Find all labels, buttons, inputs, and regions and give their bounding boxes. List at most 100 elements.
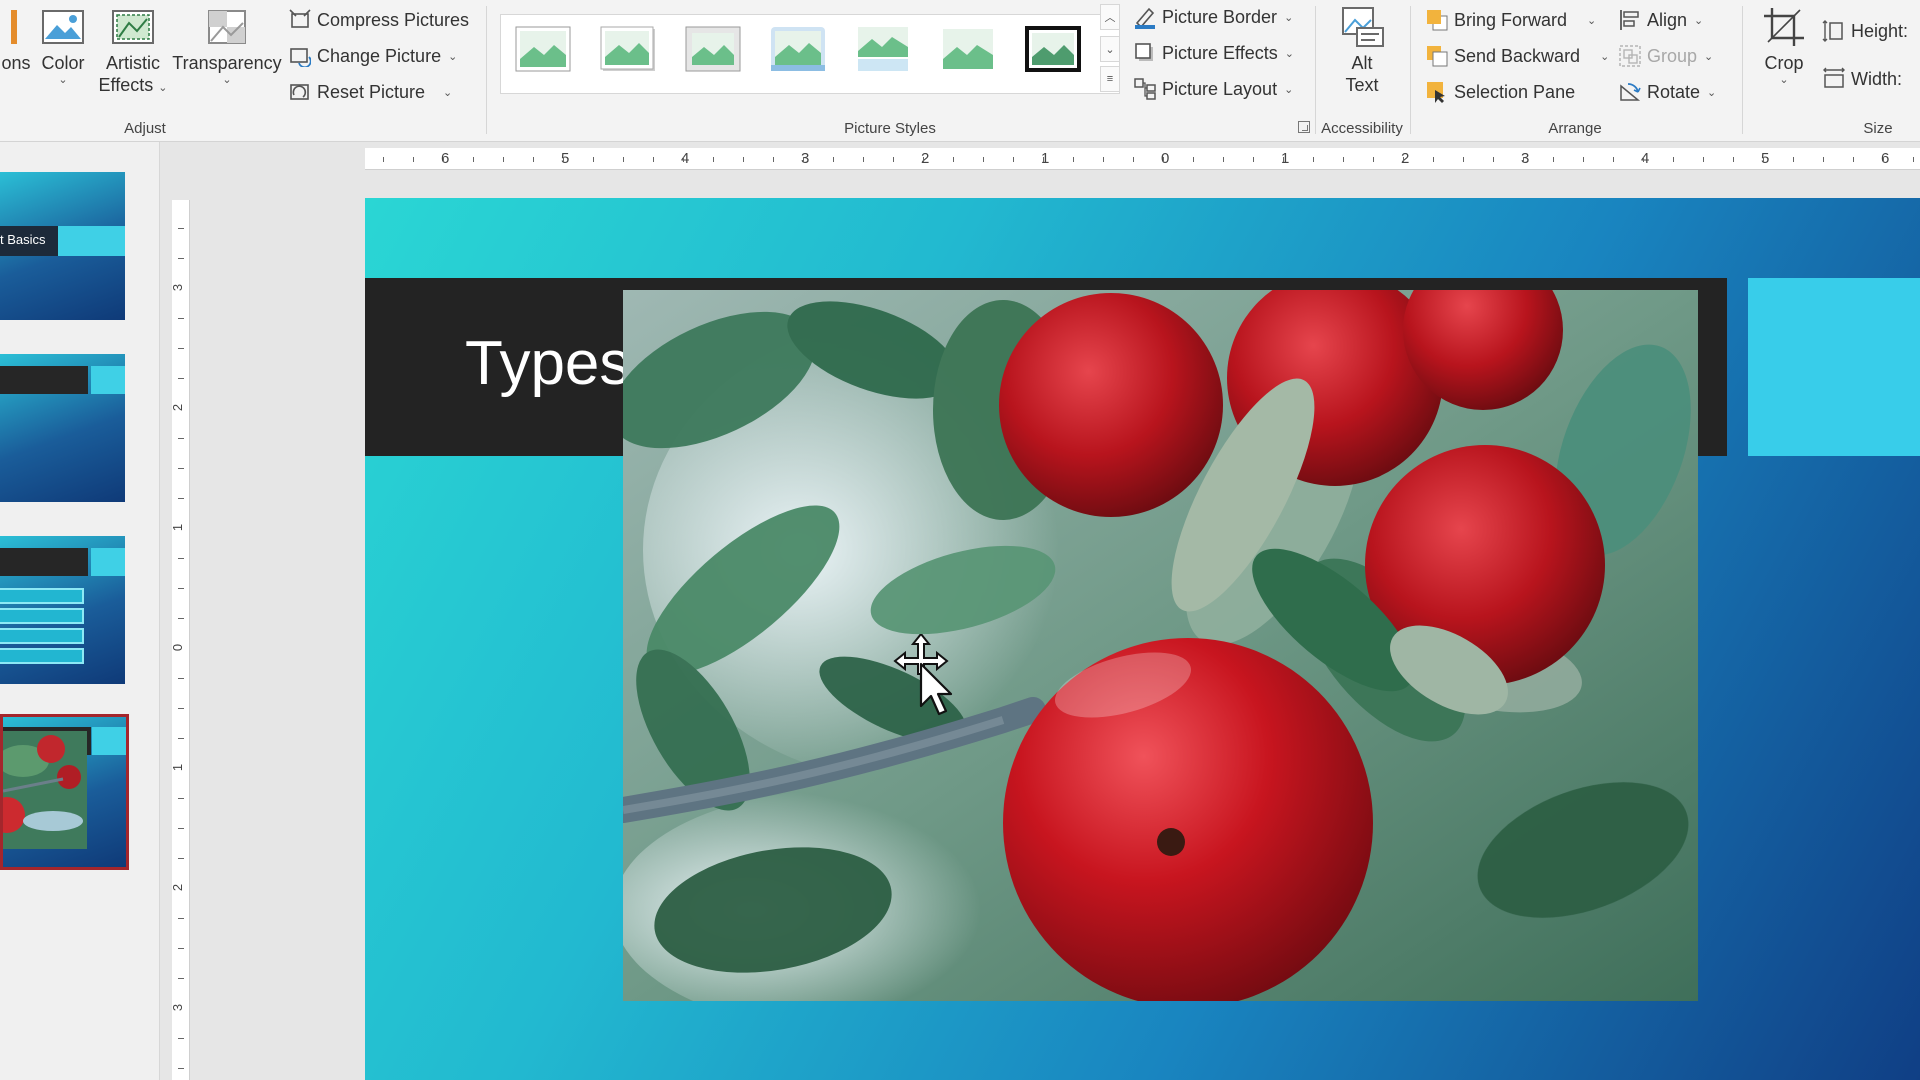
picture-style-thick-matte[interactable] [684, 25, 742, 73]
ruler-tick [178, 1068, 184, 1069]
send-backward-button[interactable]: Send Backward ⌄ [1425, 41, 1609, 71]
ruler-tick [1523, 157, 1524, 162]
ruler-tick-label: 3 [170, 283, 186, 292]
slide-thumbnail-1[interactable]: t Basics [0, 172, 125, 320]
chevron-down-icon: ⌄ [1779, 74, 1789, 86]
slide-thumbnail-2[interactable] [0, 354, 125, 502]
ruler-tick [1013, 157, 1014, 162]
send-backward-label: Send Backward [1454, 45, 1581, 66]
slide-thumbnail-3[interactable] [0, 536, 125, 684]
thumb-bullet-box [0, 608, 84, 624]
thumb-bullet-box [0, 648, 84, 664]
change-picture-button[interactable]: Change Picture ⌄ [288, 41, 457, 71]
ruler-tick [1613, 157, 1614, 162]
corrections-button[interactable]: ons [0, 6, 32, 74]
ruler-tick [178, 918, 184, 919]
ruler-tick [178, 828, 184, 829]
ruler-tick [1193, 157, 1194, 162]
picture-styles-dialog-launcher-icon[interactable] [1298, 121, 1310, 133]
picture-style-simple-frame[interactable] [514, 25, 572, 73]
ruler-tick [178, 228, 184, 229]
size-group-label: Size [1863, 120, 1893, 137]
picture-layout-label: Picture Layout [1162, 78, 1278, 99]
ruler-tick [1493, 157, 1494, 162]
ruler-tick [178, 678, 184, 679]
bring-forward-button[interactable]: Bring Forward ⌄ [1425, 5, 1596, 35]
gallery-more-button[interactable]: ≡ [1100, 66, 1120, 92]
thumb-apple-image [3, 731, 87, 849]
picture-effects-button[interactable]: Picture Effects ⌄ [1133, 38, 1294, 68]
width-field[interactable]: Width: [1822, 64, 1902, 94]
picture-border-button[interactable]: Picture Border ⌄ [1133, 2, 1293, 32]
align-label: Align [1647, 9, 1688, 30]
picture-style-soft-edge[interactable] [769, 25, 827, 73]
artistic-effects-icon [110, 6, 156, 48]
gallery-scroll-up-button[interactable]: ︿ [1100, 4, 1120, 30]
ruler-tick [533, 157, 534, 162]
alt-text-icon [1339, 6, 1385, 48]
transparency-button[interactable]: Transparency ⌄ [172, 6, 282, 86]
picture-border-icon [1133, 5, 1157, 29]
picture-style-black-frame[interactable] [1024, 25, 1082, 73]
align-button[interactable]: Align ⌄ [1618, 5, 1703, 35]
thumb-title-text: t Basics [0, 232, 46, 247]
ruler-tick [923, 157, 924, 162]
ruler-tick [1643, 157, 1644, 162]
ruler-tick [1373, 157, 1374, 162]
chevron-down-icon: ⌄ [1704, 50, 1714, 63]
ruler-tick [1403, 157, 1404, 162]
picture-style-reflected[interactable] [854, 25, 912, 73]
compress-pictures-icon [288, 8, 312, 32]
thumb-title-band [0, 366, 88, 394]
slide-thumbnail-4-selected[interactable] [0, 714, 129, 870]
compress-pictures-label: Compress Pictures [317, 9, 470, 30]
ruler-tick [1583, 157, 1584, 162]
alt-text-label-2: Text [1345, 75, 1379, 95]
ruler-tick [178, 498, 184, 499]
group-separator [1742, 6, 1743, 134]
group-button[interactable]: Group ⌄ [1618, 41, 1713, 71]
color-button[interactable]: Color ⌄ [40, 6, 86, 86]
bring-forward-label: Bring Forward [1454, 9, 1568, 30]
ruler-tick-label: 1 [170, 763, 186, 772]
picture-style-shadow[interactable] [599, 25, 657, 73]
picture-layout-button[interactable]: Picture Layout ⌄ [1133, 74, 1293, 104]
reset-picture-button[interactable]: Reset Picture ⌄ [288, 77, 452, 107]
group-label: Group [1647, 45, 1698, 66]
crop-button[interactable]: Crop ⌄ [1758, 6, 1810, 86]
ruler-tick [178, 618, 184, 619]
height-field[interactable]: Height: [1822, 16, 1908, 46]
ruler-tick [178, 1038, 184, 1039]
apple-photo[interactable] [623, 290, 1698, 1001]
alt-text-button[interactable]: Alt Text [1330, 6, 1394, 96]
ruler-tick [1463, 157, 1464, 162]
artistic-effects-button[interactable]: Artistic Effects ⌄ [98, 6, 168, 96]
ruler-tick [178, 948, 184, 949]
rotate-button[interactable]: Rotate ⌄ [1618, 77, 1716, 107]
ruler-tick-label: 3 [170, 1003, 186, 1012]
selection-pane-button[interactable]: Selection Pane [1425, 77, 1575, 107]
selection-pane-label: Selection Pane [1454, 81, 1576, 102]
color-label: Color [41, 53, 85, 73]
accessibility-group-label: Accessibility [1321, 120, 1403, 137]
gallery-scroll-down-button[interactable]: ⌄ [1100, 36, 1120, 62]
slide-canvas[interactable]: Types [365, 198, 1920, 1080]
ruler-tick [383, 157, 384, 162]
chevron-down-icon: ⌄ [1284, 47, 1294, 60]
picture-style-bevel[interactable] [939, 25, 997, 73]
ruler-tick [178, 798, 184, 799]
compress-pictures-button[interactable]: Compress Pictures [288, 5, 469, 35]
rotate-label: Rotate [1647, 81, 1701, 102]
ruler-tick-label: 2 [170, 403, 186, 412]
ruler-tick [1433, 157, 1434, 162]
ruler-tick [1133, 157, 1134, 162]
thumb-accent [92, 727, 126, 755]
chevron-down-icon: ⌄ [1694, 14, 1704, 27]
thumb-bullet-box [0, 628, 84, 644]
group-separator [1410, 6, 1411, 134]
ruler-tick [178, 708, 184, 709]
slide-title[interactable]: Types [465, 328, 630, 399]
horizontal-ruler: 6543210123456 [365, 148, 1920, 170]
width-icon [1822, 67, 1846, 91]
alt-text-label-1: Alt [1351, 53, 1373, 73]
